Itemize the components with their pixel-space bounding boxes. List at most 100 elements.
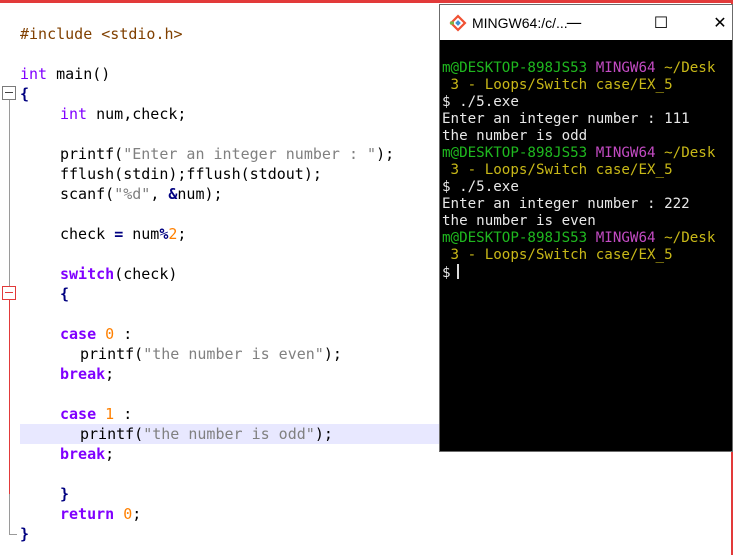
- preprocessor-directive: #include <stdio.h>: [20, 25, 183, 43]
- punctuation: ;: [177, 225, 187, 243]
- code-line-printf-even: printf("the number is even");: [80, 344, 342, 364]
- terminal-prompt-line: m@DESKTOP-898JS53 MINGW64 ~/Desk: [442, 145, 715, 162]
- number-literal: 0: [123, 505, 133, 523]
- code-line-case-0: case 0 :: [60, 324, 132, 344]
- prompt-user: m@DESKTOP-898JS53: [442, 60, 588, 76]
- keyword: case: [60, 405, 97, 423]
- function-call: scanf(: [60, 185, 115, 203]
- terminal-prompt-line: m@DESKTOP-898JS53 MINGW64 ~/Desk: [442, 230, 715, 247]
- code-line-break-2: break;: [60, 444, 114, 464]
- prompt-path: ~/Desk: [664, 230, 716, 246]
- code-line-printf-prompt: printf("Enter an integer number : ");: [60, 144, 394, 164]
- fold-line: [9, 494, 10, 534]
- prompt-path-continued: 3 - Loops/Switch case/EX_5: [442, 162, 673, 178]
- code-line-switch: switch(check): [60, 264, 177, 284]
- code-line-open-brace: {: [20, 84, 29, 104]
- brace: }: [20, 525, 30, 543]
- function-call: printf(: [80, 345, 144, 363]
- identifier: num: [123, 225, 160, 243]
- prompt-path: ~/Desk: [664, 60, 716, 76]
- terminal-title: MINGW64:/c/...: [472, 15, 568, 31]
- punctuation: );: [323, 345, 342, 363]
- identifier: num);: [177, 185, 223, 203]
- operator: =: [114, 225, 124, 243]
- function-call: printf(: [60, 145, 124, 163]
- terminal-input-line[interactable]: $: [442, 264, 459, 281]
- code-line-switch-close: }: [60, 484, 69, 504]
- code-line-main: int main(): [20, 64, 110, 84]
- terminal-command-line: $ ./5.exe: [442, 179, 519, 195]
- terminal-window[interactable]: MINGW64:/c/... — ☐ ✕ m@DESKTOP-898JS53 M…: [439, 4, 733, 452]
- prompt-path-continued: 3 - Loops/Switch case/EX_5: [442, 247, 673, 263]
- string-literal: "the number is even": [143, 345, 324, 363]
- keyword: break: [60, 365, 106, 383]
- git-bash-icon: [449, 14, 467, 32]
- prompt-env: MINGW64: [595, 230, 656, 246]
- function-name: main(): [47, 65, 111, 83]
- code-line-switch-brace: {: [60, 284, 69, 304]
- code-line-include: #include <stdio.h>: [20, 24, 183, 44]
- punctuation: ;: [105, 365, 115, 383]
- code-line-main-close: }: [20, 524, 29, 544]
- string-literal: "%d": [114, 185, 151, 203]
- prompt-user: m@DESKTOP-898JS53: [442, 145, 588, 161]
- text-cursor: [456, 264, 459, 279]
- code-line-case-1: case 1 :: [60, 404, 132, 424]
- function-call: fflush(stdin);fflush(stdout);: [60, 165, 322, 183]
- keyword: break: [60, 445, 106, 463]
- keyword: switch: [60, 265, 115, 283]
- terminal-output-line: Enter an integer number : 222: [442, 196, 690, 212]
- terminal-prompt-path-line: 3 - Loops/Switch case/EX_5: [442, 77, 673, 94]
- prompt-symbol: $: [442, 265, 451, 281]
- code-line-printf-odd: printf("the number is odd");: [80, 424, 333, 444]
- minimize-button[interactable]: —: [559, 11, 589, 35]
- code-area[interactable]: #include <stdio.h> int main() { int num,…: [20, 0, 440, 555]
- punctuation: ;: [105, 445, 115, 463]
- terminal-command-line: $ ./5.exe: [442, 94, 519, 110]
- terminal-prompt-path-line: 3 - Loops/Switch case/EX_5: [442, 247, 673, 264]
- changed-line-marker: [9, 300, 10, 494]
- terminal-output-line: Enter an integer number : 111: [442, 111, 690, 127]
- fold-toggle-switch-icon[interactable]: [2, 286, 16, 300]
- code-line-break-1: break;: [60, 364, 114, 384]
- type-keyword: int: [60, 105, 88, 123]
- brace: {: [20, 85, 30, 103]
- identifier: check: [60, 225, 115, 243]
- fold-line: [9, 100, 10, 286]
- maximize-button[interactable]: ☐: [646, 11, 676, 35]
- terminal-prompt-line: m@DESKTOP-898JS53 MINGW64 ~/Desk: [442, 60, 715, 77]
- punctuation: ,: [150, 185, 169, 203]
- identifiers: num,check;: [87, 105, 187, 123]
- fold-end-marker: [9, 534, 17, 535]
- punctuation: );: [376, 145, 395, 163]
- punctuation: ;: [132, 505, 142, 523]
- terminal-output-line: the number is odd: [442, 128, 588, 144]
- punctuation: );: [314, 425, 333, 443]
- punctuation: :: [114, 405, 133, 423]
- string-literal: "Enter an integer number : ": [123, 145, 377, 163]
- fold-gutter: [0, 0, 19, 555]
- fold-toggle-main-icon[interactable]: [2, 86, 16, 100]
- prompt-path: ~/Desk: [664, 145, 716, 161]
- code-line-modulo: check = num%2;: [60, 224, 186, 244]
- code-line-return: return 0;: [60, 504, 141, 524]
- string-literal: "the number is odd": [143, 425, 315, 443]
- prompt-env: MINGW64: [595, 145, 656, 161]
- brace: {: [60, 285, 70, 303]
- code-line-declaration: int num,check;: [60, 104, 186, 124]
- close-button[interactable]: ✕: [705, 11, 733, 35]
- punctuation: :: [114, 325, 133, 343]
- keyword: return: [60, 505, 115, 523]
- terminal-prompt-path-line: 3 - Loops/Switch case/EX_5: [442, 162, 673, 179]
- terminal-output-line: the number is even: [442, 213, 596, 229]
- terminal-output[interactable]: m@DESKTOP-898JS53 MINGW64 ~/Desk 3 - Loo…: [442, 60, 732, 450]
- number-literal: 1: [105, 405, 115, 423]
- brace: }: [60, 485, 70, 503]
- keyword: case: [60, 325, 97, 343]
- expression: (check): [114, 265, 178, 283]
- number-literal: 0: [105, 325, 115, 343]
- code-line-scanf: scanf("%d", &num);: [60, 184, 223, 204]
- prompt-env: MINGW64: [595, 60, 656, 76]
- terminal-title-bar[interactable]: MINGW64:/c/... — ☐ ✕: [440, 5, 732, 40]
- code-line-fflush: fflush(stdin);fflush(stdout);: [60, 164, 322, 184]
